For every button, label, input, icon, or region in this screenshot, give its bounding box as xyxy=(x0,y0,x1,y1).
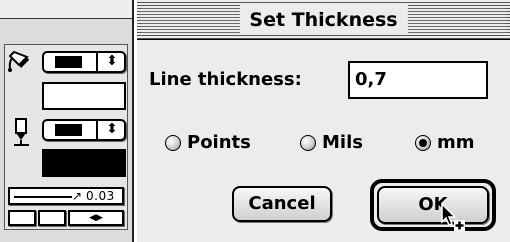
paint-bucket-icon xyxy=(8,50,29,72)
radio-mm-button[interactable] xyxy=(415,135,431,151)
fill-color-well[interactable] xyxy=(42,82,126,110)
popup-arrows-icon: ⬍ xyxy=(106,121,118,137)
thickness-label: Line thickness: xyxy=(149,69,302,90)
ok-button[interactable]: OK xyxy=(377,186,489,224)
radio-mils-button[interactable] xyxy=(300,135,316,151)
palette-top-strip xyxy=(0,0,132,19)
fill-color-popup[interactable]: ⬍ xyxy=(42,51,126,73)
radio-mm-label: mm xyxy=(437,132,475,153)
radio-mils-label: Mils xyxy=(322,132,363,153)
tool-palette: ⬍ ⬍ ↗ 0.03 ◀▶ xyxy=(0,0,134,242)
pen-color-well[interactable] xyxy=(42,149,126,177)
left-right-arrows-icon: ◀▶ xyxy=(89,213,103,223)
arrow-icon: ↗ xyxy=(72,189,83,203)
radio-points-button[interactable] xyxy=(165,135,181,151)
fill-color-chip xyxy=(55,56,82,68)
title-bar[interactable]: Set Thickness xyxy=(137,0,510,40)
thickness-input[interactable]: 0,7 xyxy=(348,61,488,99)
mini-button-2[interactable] xyxy=(38,210,66,226)
cancel-button[interactable]: Cancel xyxy=(232,186,332,222)
line-width-value: 0.03 xyxy=(86,189,115,203)
pen-icon xyxy=(14,118,29,146)
radio-points-label: Points xyxy=(187,132,251,153)
pen-color-chip xyxy=(55,124,82,136)
pen-color-popup[interactable]: ⬍ xyxy=(42,119,126,141)
line-sample xyxy=(14,196,72,198)
line-width-control[interactable]: ↗ 0.03 xyxy=(8,187,124,205)
scroll-arrows-button[interactable]: ◀▶ xyxy=(68,210,124,226)
dialog-title: Set Thickness xyxy=(239,5,408,35)
cursor-copy-icon xyxy=(441,203,465,231)
set-thickness-dialog: Set Thickness Line thickness: 0,7 Points… xyxy=(137,0,510,242)
mini-button-1[interactable] xyxy=(8,210,36,226)
popup-arrows-icon: ⬍ xyxy=(106,53,118,69)
